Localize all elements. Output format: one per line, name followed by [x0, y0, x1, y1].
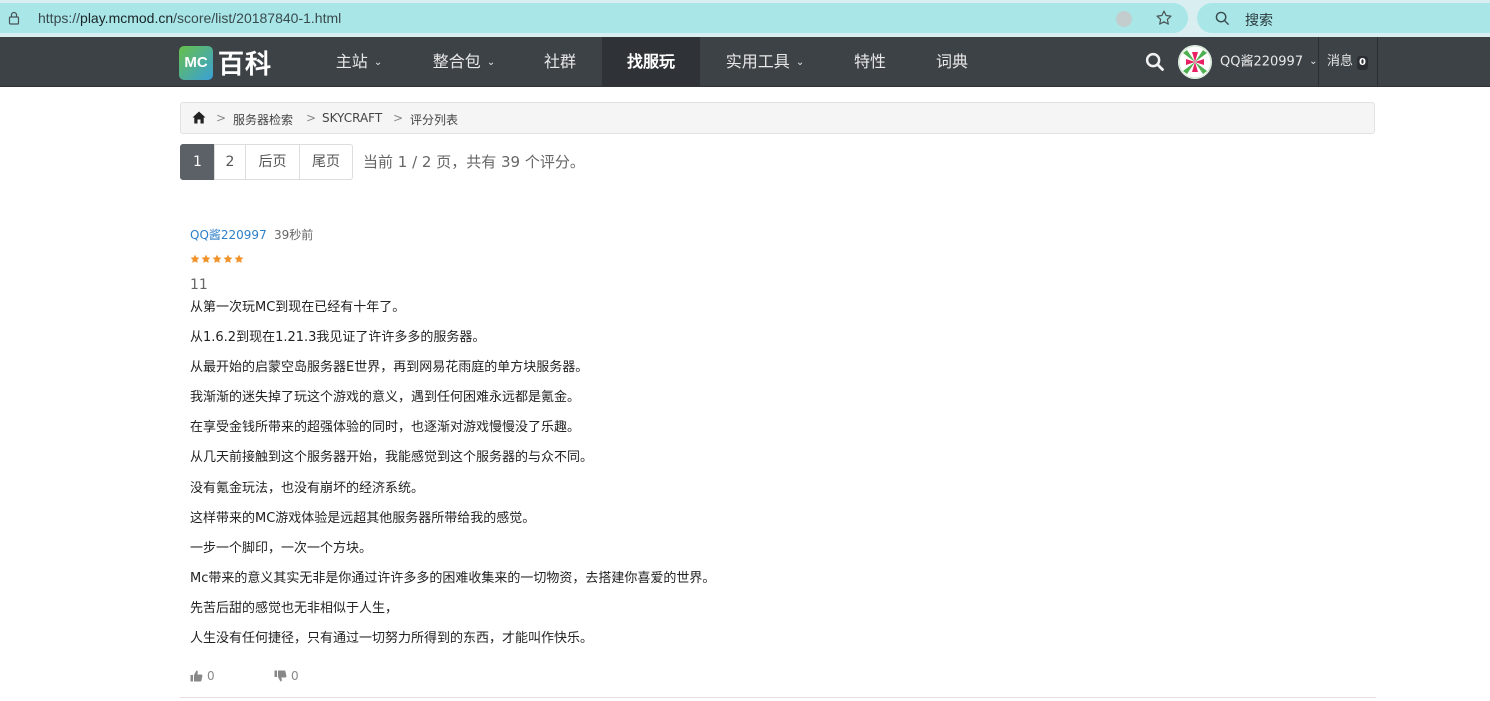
messages-label: 消息 — [1327, 54, 1354, 69]
url-scheme: https:// — [38, 10, 81, 26]
user-name: QQ酱220997 — [1220, 54, 1304, 70]
pagination: 1 2 后页 尾页 — [180, 144, 353, 180]
comment-line: 人生没有任何捷径，只有通过一切努力所得到的东西，才能叫作快乐。 — [190, 631, 594, 647]
search-icon — [1215, 11, 1230, 26]
comment-line: 从1.6.2到现在1.21.3我见证了许许多多的服务器。 — [190, 330, 486, 346]
comment-time: 39秒前 — [274, 228, 314, 242]
chevron-down-icon: ⌄ — [486, 56, 496, 68]
comment-score: 11 — [190, 277, 208, 293]
star-icon — [223, 254, 233, 263]
nav-item-label: 找服玩 — [626, 52, 675, 71]
star-icon — [201, 254, 211, 263]
page-1-button[interactable]: 1 — [180, 144, 215, 180]
home-icon[interactable] — [192, 111, 206, 124]
comment-line: 没有氪金玩法，也没有崩坏的经济系统。 — [190, 480, 425, 496]
extension-icon[interactable] — [1116, 11, 1132, 27]
nav-item-label: 特性 — [853, 52, 886, 71]
breadcrumb-current: 评分列表 — [410, 113, 459, 127]
dislike-count: 0 — [291, 669, 299, 683]
browser-search-placeholder: 搜索 — [1245, 13, 1273, 29]
messages-count-badge: 0 — [1357, 56, 1368, 70]
last-page-button[interactable]: 尾页 — [299, 144, 353, 180]
comment-line: 从几天前接触到这个服务器开始，我能感觉到这个服务器的与众不同。 — [190, 450, 594, 466]
comment-body: 从第一次玩MC到现在已经有十年了。从1.6.2到现在1.21.3我见证了许许多多… — [190, 298, 715, 659]
nav-item-label: 实用工具 — [725, 52, 790, 71]
comment-line: Mc带来的意义其实无非是你通过许许多多的困难收集来的一切物资，去搭建你喜爱的世界… — [190, 570, 716, 586]
bookmark-star-icon[interactable] — [1155, 9, 1173, 27]
breadcrumb-server-search[interactable]: 服务器检索 — [233, 111, 293, 128]
url-path: /score/list/20187840-1.html — [173, 10, 342, 26]
dislike-button[interactable]: 0 — [274, 669, 299, 683]
chevron-down-icon: ⌄ — [1309, 56, 1318, 67]
address-bar[interactable]: https://play.mcmod.cn/score/list/2018784… — [0, 3, 1188, 33]
breadcrumb-separator: > — [306, 111, 317, 125]
nav-item-label: 社群 — [543, 52, 576, 71]
messages-button[interactable]: 消息 0 — [1318, 37, 1378, 87]
browser-chrome: https://play.mcmod.cn/score/list/2018784… — [0, 0, 1490, 37]
nav-item-tools[interactable]: 实用工具 ⌄ — [710, 37, 820, 87]
chevron-down-icon: ⌄ — [795, 56, 805, 68]
page-2-button[interactable]: 2 — [214, 144, 246, 180]
url-text[interactable]: https://play.mcmod.cn/score/list/2018784… — [38, 10, 341, 26]
breadcrumb-server-name[interactable]: SKYCRAFT — [322, 111, 382, 125]
logo-badge: MC — [179, 45, 213, 80]
site-navbar: MC 百科 主站 ⌄ 整合包 ⌄ 社群 找服玩 实用工具 ⌄ 特性 词典 QQ酱… — [0, 37, 1490, 87]
comment-line: 一步一个脚印，一次一个方块。 — [190, 540, 373, 556]
nav-item-find-server[interactable]: 找服玩 — [602, 37, 700, 87]
site-logo[interactable]: MC 百科 — [179, 44, 272, 81]
thumbs-down-icon — [274, 670, 287, 682]
nav-item-label: 整合包 — [432, 52, 481, 71]
breadcrumb: > 服务器检索 > SKYCRAFT > 评分列表 — [180, 102, 1375, 134]
star-icon — [234, 254, 244, 263]
star-icon — [212, 254, 222, 263]
like-button[interactable]: 0 — [190, 669, 215, 683]
avatar[interactable] — [1178, 45, 1212, 79]
star-icon — [190, 254, 200, 263]
comment-line: 我渐渐的迷失掉了玩这个游戏的意义，遇到任何困难永远都是氪金。 — [190, 390, 581, 406]
chevron-down-icon: ⌄ — [373, 56, 383, 68]
nav-item-main[interactable]: 主站 ⌄ — [314, 37, 404, 87]
user-menu[interactable]: QQ酱220997 ⌄ — [1220, 37, 1317, 87]
divider — [180, 697, 1376, 698]
pagination-info: 当前 1 / 2 页，共有 39 个评分。 — [363, 153, 585, 171]
nav-item-label: 主站 — [335, 52, 368, 71]
comment-line: 先苦后甜的感觉也无非相似于人生， — [190, 600, 399, 616]
avatar-image — [1178, 45, 1212, 79]
star-rating — [190, 254, 244, 264]
like-count: 0 — [207, 669, 215, 683]
nav-item-community[interactable]: 社群 — [520, 37, 600, 87]
comment-line: 这样带来的MC游戏体验是远超其他服务器所带给我的感觉。 — [190, 510, 536, 526]
comment-line: 从第一次玩MC到现在已经有十年了。 — [190, 300, 406, 315]
search-icon[interactable] — [1145, 52, 1165, 72]
comment-author[interactable]: QQ酱220997 — [190, 226, 267, 243]
breadcrumb-separator: > — [393, 111, 404, 125]
nav-item-label: 词典 — [935, 52, 968, 71]
nav-item-features[interactable]: 特性 — [836, 37, 904, 87]
nav-item-dictionary[interactable]: 词典 — [918, 37, 986, 87]
logo-text: 百科 — [218, 50, 273, 80]
nav-item-modpack[interactable]: 整合包 ⌄ — [416, 37, 512, 87]
thumbs-up-icon — [190, 670, 203, 682]
breadcrumb-separator: > — [216, 111, 227, 125]
browser-search-box[interactable]: 搜索 — [1197, 3, 1490, 33]
url-host: play.mcmod.cn — [80, 10, 174, 26]
next-page-button[interactable]: 后页 — [245, 144, 300, 180]
lock-icon[interactable] — [8, 11, 20, 25]
comment-line: 在享受金钱所带来的超强体验的同时，也逐渐对游戏慢慢没了乐趣。 — [190, 420, 581, 436]
comment-line: 从最开始的启蒙空岛服务器E世界，再到网易花雨庭的单方块服务器。 — [190, 360, 589, 376]
